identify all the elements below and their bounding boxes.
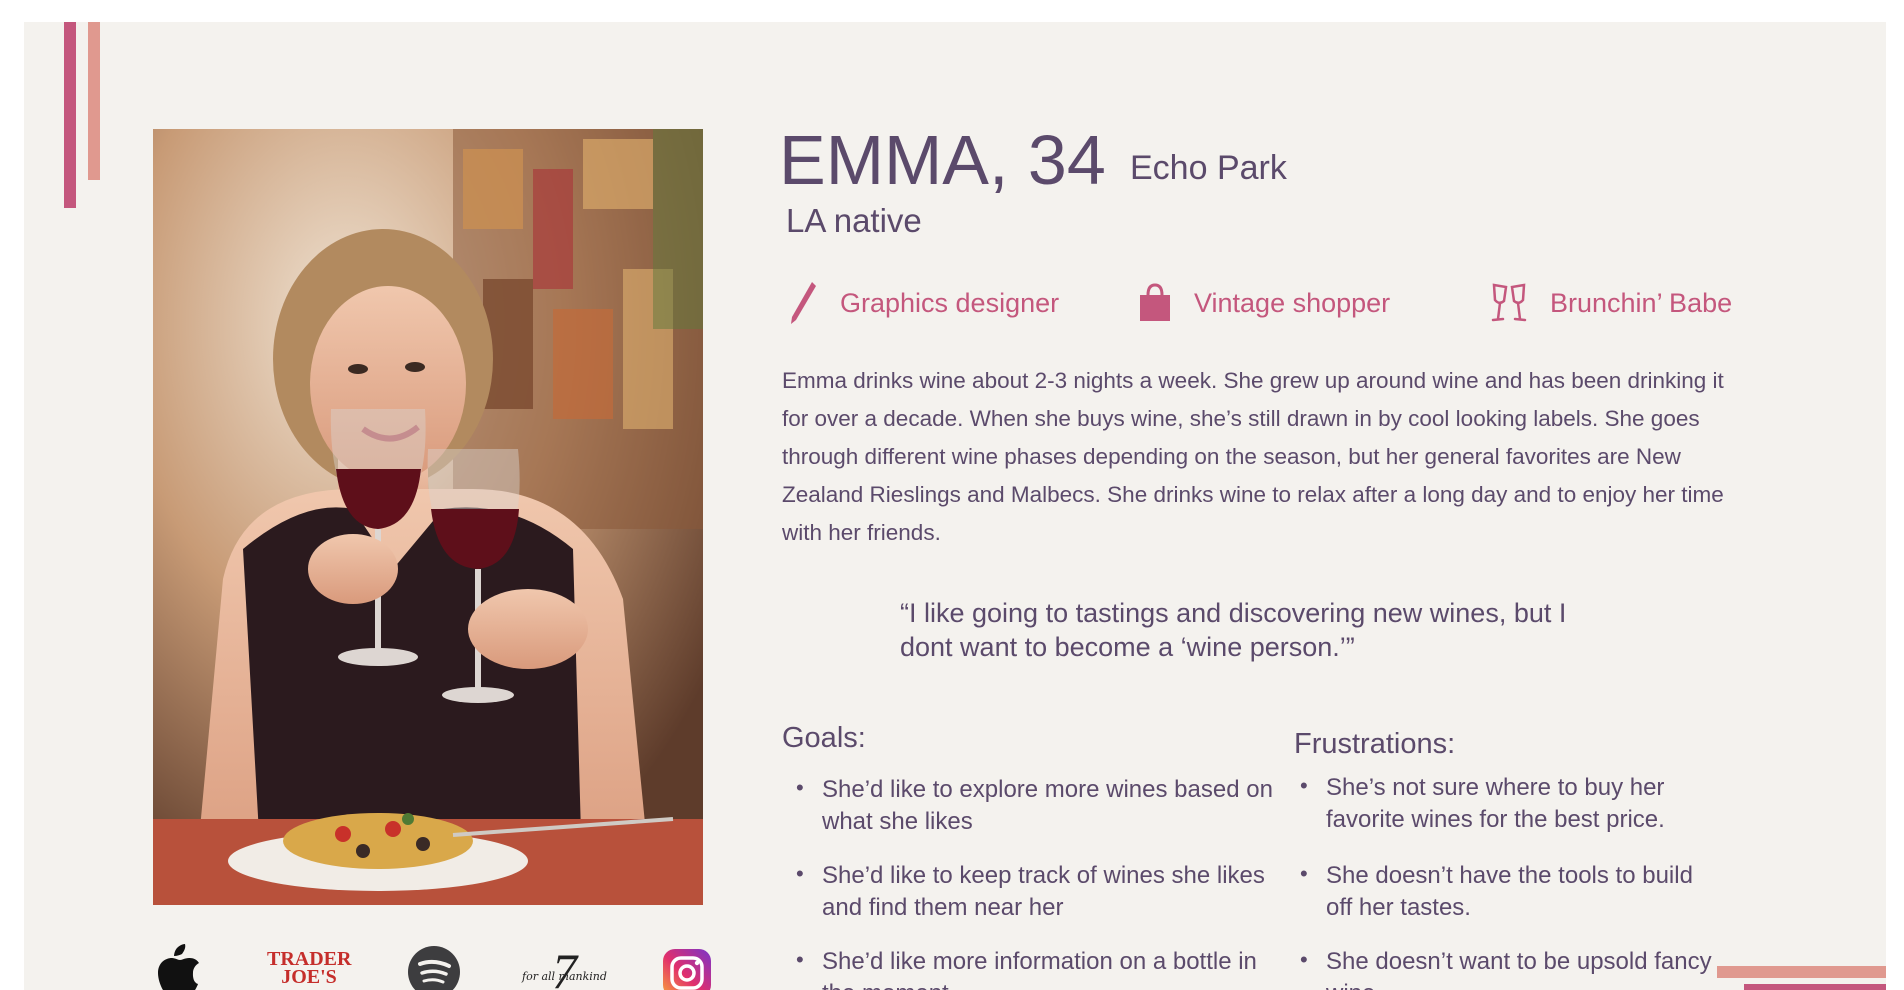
decor-bar-light xyxy=(88,22,100,180)
frustration-text: She doesn’t have the tools to build off … xyxy=(1326,862,1693,921)
bullet-icon: • xyxy=(1300,861,1308,886)
bullet-icon: • xyxy=(796,861,804,886)
champagne-glasses-icon xyxy=(1491,283,1527,322)
trader-joes-logo: TRADER JOE'S xyxy=(264,948,354,988)
bullet-icon: • xyxy=(796,775,804,800)
frustration-item: • She doesn’t have the tools to build off… xyxy=(1300,860,1720,924)
persona-location: Echo Park xyxy=(1130,149,1287,187)
goal-item: • She’d like to keep track of wines she l… xyxy=(796,860,1276,924)
bullet-icon: • xyxy=(1300,773,1308,798)
trait-brunchin-babe: Brunchin’ Babe xyxy=(1490,280,1732,326)
seven-for-all-mankind-logo: 7 for all mankind xyxy=(522,942,612,990)
seven-tagline: for all mankind xyxy=(522,970,607,983)
goal-text: She’d like to explore more wines based o… xyxy=(822,776,1273,835)
shopping-bag-icon xyxy=(1140,283,1170,321)
trait-vintage-shopper: Vintage shopper xyxy=(1138,280,1390,326)
trader-joes-text: TRADER JOE'S xyxy=(267,948,352,988)
bullet-icon: • xyxy=(1300,947,1308,972)
persona-origin: LA native xyxy=(786,202,922,239)
persona-slide: TRADER JOE'S 7 for all mankind EMMA, 34 … xyxy=(24,22,1886,990)
persona-quote: “I like going to tastings and discoverin… xyxy=(900,598,1567,662)
frustration-text: She doesn’t want to be upsold fancy wine xyxy=(1326,948,1712,990)
persona-name: EMMA, 34 xyxy=(779,121,1106,199)
goals-list: • She’d like to explore more wines based … xyxy=(796,774,1276,990)
goal-text: She’d like to keep track of wines she li… xyxy=(822,862,1265,921)
decor-bar-bottom-light xyxy=(1717,966,1886,978)
spotify-logo-icon xyxy=(408,946,460,990)
trait-graphics-designer: Graphics designer xyxy=(788,280,1059,326)
goal-text: She’d like more information on a bottle … xyxy=(822,948,1257,990)
persona-bio: Emma drinks wine about 2-3 nights a week… xyxy=(782,368,1724,545)
pencil-icon xyxy=(791,282,816,324)
decor-bar-dark xyxy=(64,22,76,208)
goals-heading: Goals: xyxy=(782,722,866,754)
trait-label: Vintage shopper xyxy=(1194,287,1391,318)
apple-logo-icon xyxy=(158,944,199,990)
goal-item: • She’d like more information on a bottle… xyxy=(796,946,1276,990)
goal-item: • She’d like to explore more wines based … xyxy=(796,774,1276,838)
frustration-text: She’s not sure where to buy her favorite… xyxy=(1326,774,1665,833)
brand-logos: TRADER JOE'S 7 for all mankind xyxy=(152,940,712,990)
trait-label: Brunchin’ Babe xyxy=(1550,287,1733,318)
persona-photo xyxy=(153,129,703,905)
trait-label: Graphics designer xyxy=(840,287,1060,318)
decor-bar-bottom-dark xyxy=(1744,984,1886,990)
bullet-icon: • xyxy=(796,947,804,972)
instagram-logo-icon xyxy=(663,949,711,990)
frustration-item: • She doesn’t want to be upsold fancy win… xyxy=(1300,946,1720,990)
frustrations-heading: Frustrations: xyxy=(1294,728,1456,760)
frustration-item: • She’s not sure where to buy her favorit… xyxy=(1300,772,1720,836)
frustrations-list: • She’s not sure where to buy her favorit… xyxy=(1300,772,1720,990)
